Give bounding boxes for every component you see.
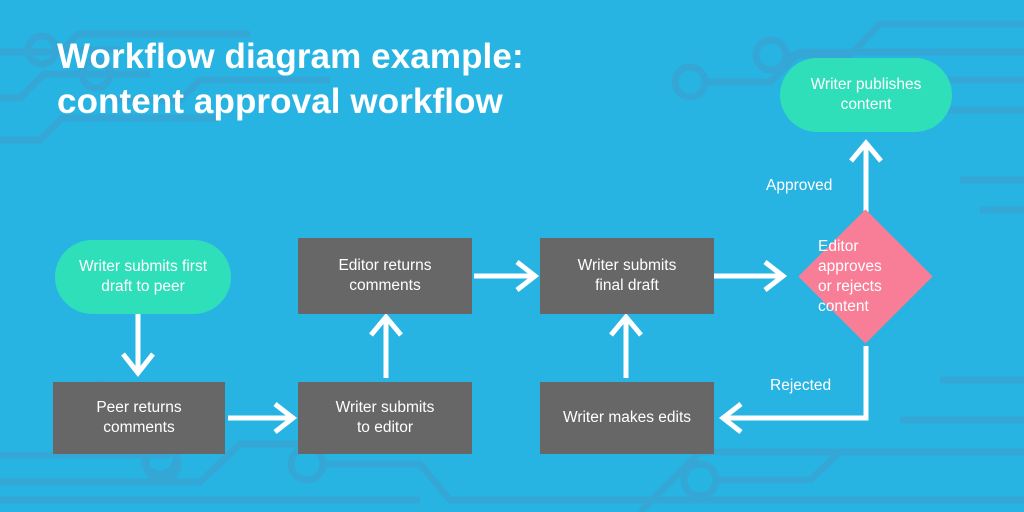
node-writer-submits-final-draft[interactable]: Writer submits final draft — [540, 238, 714, 314]
node-label: Editor approves or rejects content — [818, 237, 882, 315]
node-label: Peer returns comments — [96, 399, 182, 436]
node-label: Writer publishes content — [810, 76, 922, 113]
node-editor-returns-comments[interactable]: Editor returns comments — [298, 238, 472, 314]
node-label: Writer submits final draft — [577, 257, 677, 294]
node-writer-makes-edits[interactable]: Writer makes edits — [540, 382, 714, 454]
node-label: Writer makes edits — [562, 409, 692, 426]
edge-label-rejected: Rejected — [770, 377, 832, 394]
node-label: Writer submits to editor — [335, 399, 435, 436]
node-writer-publishes-content[interactable]: Writer publishes content — [780, 58, 952, 132]
node-peer-returns-comments[interactable]: Peer returns comments — [53, 382, 225, 454]
node-writer-submits-first-draft[interactable]: Writer submits first draft to peer — [55, 240, 231, 314]
node-editor-approves-or-rejects[interactable]: Editor approves or rejects content — [798, 209, 933, 344]
node-label: Editor returns comments — [338, 257, 432, 294]
node-label: Writer submits first draft to peer — [78, 258, 208, 295]
workflow-diagram-canvas: Workflow diagram example: content approv… — [0, 0, 1024, 512]
diamond-text-wrap: Editor approves or rejects content — [818, 229, 913, 324]
page-title: Workflow diagram example: content approv… — [57, 37, 524, 121]
edge-label-approved: Approved — [766, 177, 833, 194]
node-writer-submits-to-editor[interactable]: Writer submits to editor — [298, 382, 472, 454]
